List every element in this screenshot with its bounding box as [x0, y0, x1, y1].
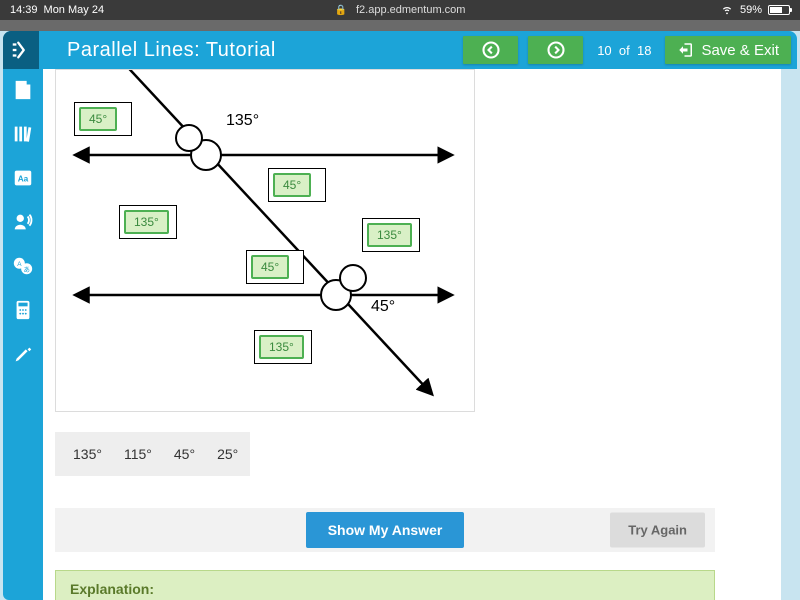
angle-chip[interactable]: 45° [79, 107, 117, 131]
angle-chip[interactable]: 135° [259, 335, 304, 359]
save-exit-label: Save & Exit [701, 42, 779, 59]
status-date: Mon May 24 [44, 4, 105, 16]
notes-tool[interactable] [10, 77, 36, 103]
dropzone-5[interactable]: 135° [362, 218, 420, 252]
lock-icon [335, 4, 350, 16]
bank-option[interactable]: 45° [174, 446, 195, 462]
calculator-tool[interactable] [10, 297, 36, 323]
dropzone-3[interactable]: 135° [119, 205, 177, 239]
bank-option[interactable]: 135° [73, 446, 102, 462]
dropzone-2[interactable]: 45° [268, 168, 326, 202]
diagram-panel[interactable]: 135° 45° 45° 45° 135° 45° 135° 135° [55, 69, 475, 412]
library-tool[interactable] [10, 121, 36, 147]
action-row: Show My Answer Try Again [55, 508, 715, 552]
exit-icon [677, 41, 695, 59]
svg-text:A: A [17, 261, 22, 268]
menu-toggle[interactable] [3, 31, 39, 69]
try-again-button[interactable]: Try Again [610, 513, 705, 548]
angle-chip[interactable]: 135° [124, 210, 169, 234]
read-aloud-tool[interactable] [10, 209, 36, 235]
nav-next-button[interactable] [528, 36, 583, 64]
svg-text:Aa: Aa [18, 175, 29, 184]
status-time: 14:39 [10, 4, 38, 16]
battery-icon [768, 5, 790, 15]
explanation-label: Explanation: [70, 581, 154, 597]
explanation-panel: Explanation: [55, 570, 715, 600]
bank-option[interactable]: 115° [124, 446, 152, 462]
device-status-bar: 14:39 Mon May 24 f2.app.edmentum.com 59% [0, 0, 800, 20]
highlighter-tool[interactable] [10, 341, 36, 367]
status-battery-pct: 59% [740, 4, 762, 16]
main-content: 135° 45° 45° 45° 135° 45° 135° 135° 135°… [43, 69, 797, 600]
translate-tool[interactable]: Aあ [10, 253, 36, 279]
angle-label-45-bottom: 45° [371, 298, 395, 316]
page-counter: 10 of 18 [593, 43, 655, 58]
angle-label-135-top: 135° [226, 112, 259, 130]
wifi-icon [720, 2, 734, 19]
dictionary-tool[interactable]: Aa [10, 165, 36, 191]
browser-chrome-gap [0, 20, 800, 31]
app-header: Parallel Lines: Tutorial 10 of 18 Save &… [3, 31, 797, 69]
nav-prev-button[interactable] [463, 36, 518, 64]
page-title: Parallel Lines: Tutorial [67, 39, 276, 62]
dropzone-4[interactable]: 45° [246, 250, 304, 284]
angle-chip[interactable]: 45° [273, 173, 311, 197]
right-margin [781, 69, 797, 600]
status-url: f2.app.edmentum.com [356, 4, 465, 16]
angle-chip[interactable]: 135° [367, 223, 412, 247]
tool-sidebar: Aa Aあ [3, 69, 43, 600]
page-current: 10 [597, 43, 611, 58]
answer-bank: 135° 115° 45° 25° [55, 432, 250, 476]
page-total: 18 [637, 43, 651, 58]
save-exit-button[interactable]: Save & Exit [665, 36, 791, 64]
page-sep: of [619, 43, 630, 58]
angle-chip[interactable]: 45° [251, 255, 289, 279]
show-answer-button[interactable]: Show My Answer [306, 512, 465, 548]
bank-option[interactable]: 25° [217, 446, 238, 462]
svg-text:あ: あ [23, 266, 29, 274]
dropzone-1[interactable]: 45° [74, 102, 132, 136]
dropzone-6[interactable]: 135° [254, 330, 312, 364]
